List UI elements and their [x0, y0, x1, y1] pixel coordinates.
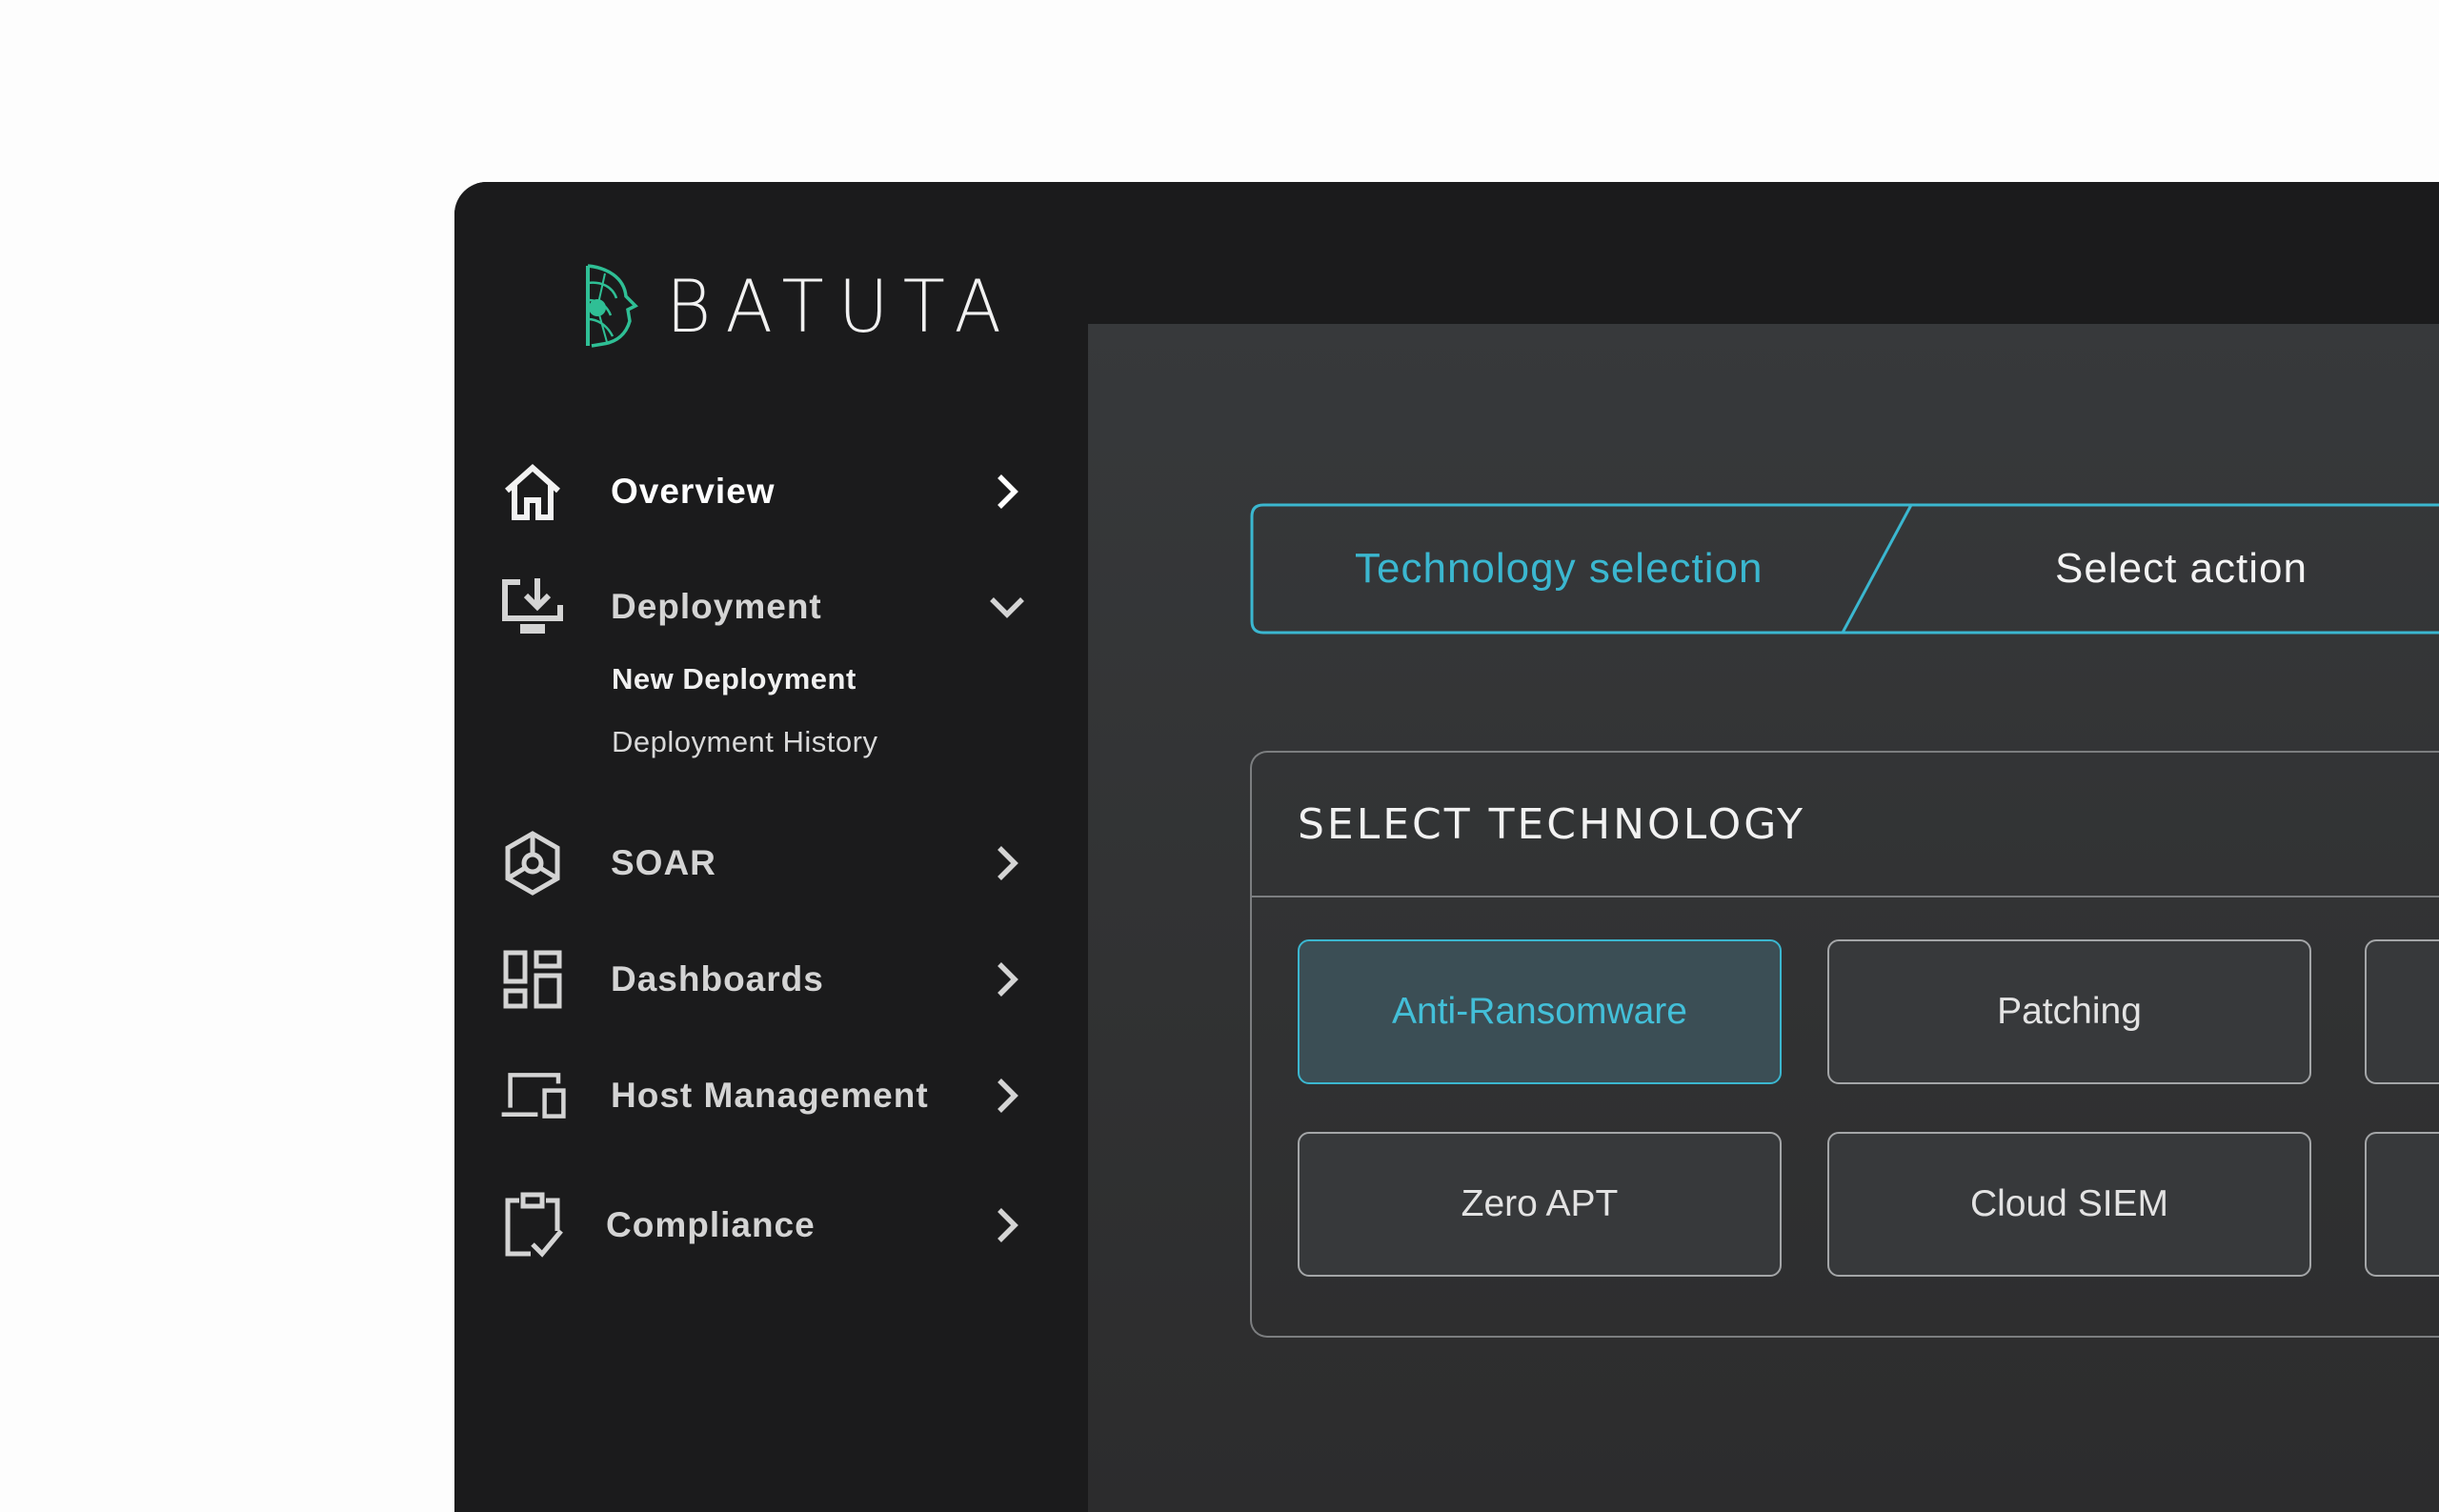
step-select-action[interactable]: Select action — [2055, 503, 2308, 635]
app-window: BATUTA Overview Deployment New Deploymen… — [454, 182, 2439, 1512]
technology-option-cloud-siem[interactable]: Cloud SIEM — [1827, 1132, 2311, 1277]
brand-name: BATUTA — [666, 263, 1017, 349]
step-technology-selection[interactable]: Technology selection — [1355, 503, 1763, 635]
home-icon — [498, 457, 567, 526]
dashboard-grid-icon — [498, 945, 567, 1014]
sidebar-item-label: Dashboards — [611, 959, 824, 998]
chevron-right-icon[interactable] — [988, 473, 1026, 511]
sidebar-item-soar[interactable]: SOAR — [454, 825, 1088, 901]
sidebar-subitem-deployment-history[interactable]: Deployment History — [612, 725, 877, 759]
chevron-right-icon[interactable] — [988, 1077, 1026, 1115]
technology-option-patching[interactable]: Patching — [1827, 939, 2311, 1084]
devices-icon — [498, 1061, 567, 1130]
sidebar-item-label: Host Management — [611, 1076, 929, 1115]
chevron-right-icon[interactable] — [988, 844, 1026, 882]
chevron-right-icon[interactable] — [988, 1206, 1026, 1244]
hexagon-cube-icon — [498, 829, 567, 897]
download-monitor-icon — [498, 573, 567, 641]
brand-logo[interactable]: BATUTA — [578, 258, 1034, 353]
sidebar-item-label: Overview — [611, 472, 776, 511]
sidebar-item-label: Deployment — [611, 587, 822, 626]
main-content: Technology selection Select action SELEC… — [1088, 324, 2439, 1512]
sidebar-item-label: SOAR — [611, 843, 716, 882]
chevron-down-icon[interactable] — [988, 588, 1026, 626]
technology-option-hidden[interactable] — [2365, 939, 2439, 1084]
sidebar-item-deployment[interactable]: Deployment — [454, 569, 1088, 645]
sidebar: BATUTA Overview Deployment New Deploymen… — [454, 182, 1088, 1512]
technology-option-anti-ransomware[interactable]: Anti-Ransomware — [1298, 939, 1782, 1084]
sidebar-item-label: Compliance — [606, 1205, 816, 1244]
sidebar-item-host-management[interactable]: Host Management — [454, 1058, 1088, 1134]
sidebar-item-dashboards[interactable]: Dashboards — [454, 941, 1088, 1018]
sidebar-subitem-new-deployment[interactable]: New Deployment — [612, 662, 857, 696]
panel-divider — [1252, 896, 2439, 897]
batuta-logo-icon — [586, 264, 638, 348]
panel-title: SELECT TECHNOLOGY — [1298, 800, 1806, 849]
sidebar-item-overview[interactable]: Overview — [454, 454, 1088, 530]
select-technology-panel: SELECT TECHNOLOGY Anti-Ransomware Patchi… — [1250, 751, 2439, 1338]
technology-option-zero-apt[interactable]: Zero APT — [1298, 1132, 1782, 1277]
technology-option-hidden[interactable] — [2365, 1132, 2439, 1277]
chevron-right-icon[interactable] — [988, 960, 1026, 998]
sidebar-item-compliance[interactable]: Compliance — [454, 1187, 1088, 1263]
clipboard-check-icon — [498, 1191, 567, 1260]
wizard-stepper: Technology selection Select action — [1250, 503, 2439, 635]
